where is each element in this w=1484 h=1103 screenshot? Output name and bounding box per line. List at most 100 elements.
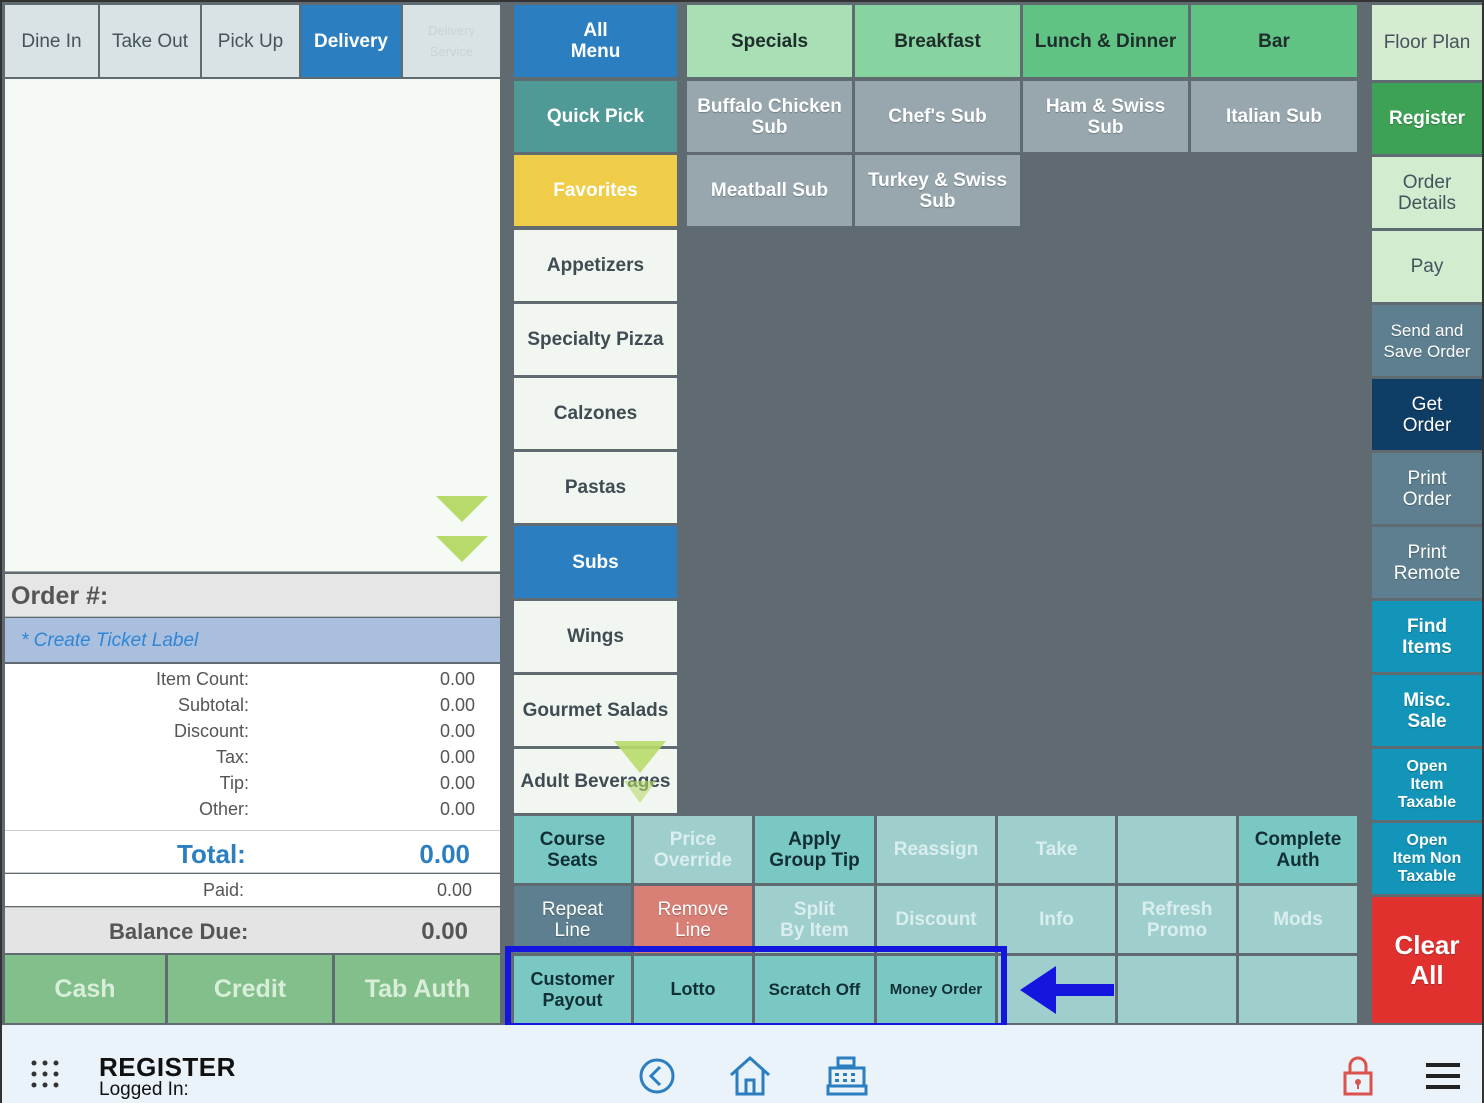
category-scroll-down-icon[interactable] [612, 739, 668, 805]
summary-value: 0.00 [439, 669, 475, 689]
hamburger-menu-icon[interactable] [1424, 1061, 1462, 1091]
total-value: 0.00 [419, 839, 470, 869]
balance-label: Balance Due: [109, 919, 249, 944]
summary-row: Tip: 0.00 [5, 770, 475, 796]
empty-action-slot [1118, 816, 1236, 883]
category-lunch-dinner[interactable]: Lunch & Dinner [1023, 5, 1188, 77]
balance-due: Balance Due: 0.00 [5, 907, 500, 953]
credit-button[interactable]: Credit [168, 955, 332, 1023]
order-items-list[interactable] [5, 79, 500, 572]
summary-label: Discount: [173, 721, 249, 741]
category-breakfast[interactable]: Breakfast [855, 5, 1020, 77]
category-specialty-pizza[interactable]: Specialty Pizza [514, 304, 677, 375]
footer-bar: REGISTER Logged In: [2, 1025, 1482, 1103]
category-gourmet-salads[interactable]: Gourmet Salads [514, 675, 677, 746]
ticket-label[interactable]: * Create Ticket Label [5, 618, 500, 662]
item-italian-sub[interactable]: Italian Sub [1191, 81, 1357, 152]
reassign-button: Reassign [877, 816, 995, 883]
category-subs[interactable]: Subs [514, 526, 677, 598]
summary-value: 0.00 [439, 747, 475, 767]
create-ticket-label[interactable]: * Create Ticket Label [21, 630, 198, 652]
get-order-button[interactable]: Get Order [1372, 379, 1482, 450]
category-all-menu[interactable]: All Menu [514, 5, 677, 77]
order-total: Total: 0.00 [5, 830, 500, 873]
apps-grid-icon[interactable] [30, 1059, 60, 1089]
tab-delivery[interactable]: Delivery [301, 5, 401, 77]
arrow-left-icon [1020, 966, 1114, 1014]
register-button[interactable]: Register [1372, 83, 1482, 154]
open-item-non-taxable-button[interactable]: Open Item Non Taxable [1372, 823, 1482, 894]
item-turkey-swiss-sub[interactable]: Turkey & Swiss Sub [855, 155, 1020, 226]
misc-sale-button[interactable]: Misc. Sale [1372, 675, 1482, 746]
scroll-down-icon[interactable] [434, 494, 490, 564]
find-items-button[interactable]: Find Items [1372, 601, 1482, 672]
item-meatball-sub[interactable]: Meatball Sub [687, 155, 852, 226]
summary-value: 0.00 [439, 799, 475, 819]
summary-row: Tax: 0.00 [5, 744, 475, 770]
pos-screen: Dine In Take Out Pick Up Delivery Delive… [0, 0, 1484, 1103]
category-appetizers[interactable]: Appetizers [514, 230, 677, 301]
cash-button[interactable]: Cash [5, 955, 165, 1023]
category-specials[interactable]: Specials [687, 5, 852, 77]
summary-label: Other: [198, 799, 249, 819]
highlight-box [505, 946, 1007, 1029]
mods-button: Mods [1239, 886, 1357, 953]
summary-label: Item Count: [155, 669, 249, 689]
summary-value: 0.00 [439, 695, 475, 715]
category-favorites[interactable]: Favorites [514, 155, 677, 226]
tab-take-out[interactable]: Take Out [100, 5, 200, 77]
lock-icon[interactable] [1342, 1055, 1374, 1097]
tab-auth-button[interactable]: Tab Auth [335, 955, 500, 1023]
summary-row: Subtotal: 0.00 [5, 692, 475, 718]
item-chefs-sub[interactable]: Chef's Sub [855, 81, 1020, 152]
apply-group-tip-button[interactable]: Apply Group Tip [755, 816, 874, 883]
clear-all-button[interactable]: Clear All [1372, 897, 1482, 1023]
total-label: Total: [177, 839, 246, 869]
info-button: Info [998, 886, 1115, 953]
category-calzones[interactable]: Calzones [514, 378, 677, 449]
summary-row: Other: 0.00 [5, 796, 475, 822]
balance-value: 0.00 [421, 918, 468, 945]
summary-label: Subtotal: [177, 695, 249, 715]
item-ham-swiss-sub[interactable]: Ham & Swiss Sub [1023, 81, 1188, 152]
pay-button[interactable]: Pay [1372, 231, 1482, 302]
empty-action-slot [1118, 956, 1236, 1023]
send-save-order-button[interactable]: Send and Save Order [1372, 305, 1482, 376]
summary-value: 0.00 [439, 773, 475, 793]
tab-delivery-service: Delivery Service [403, 5, 500, 77]
split-by-item-button: Split By Item [755, 886, 874, 953]
order-details-button[interactable]: Order Details [1372, 157, 1482, 228]
empty-action-slot [1239, 956, 1357, 1023]
open-item-taxable-button[interactable]: Open Item Taxable [1372, 749, 1482, 820]
category-wings[interactable]: Wings [514, 601, 677, 672]
repeat-line-button[interactable]: Repeat Line [514, 886, 631, 953]
course-seats-button[interactable]: Course Seats [514, 816, 631, 883]
discount-button: Discount [877, 886, 995, 953]
tab-pick-up[interactable]: Pick Up [202, 5, 299, 77]
print-remote-button[interactable]: Print Remote [1372, 527, 1482, 598]
category-bar[interactable]: Bar [1191, 5, 1357, 77]
category-quick-pick[interactable]: Quick Pick [514, 81, 677, 152]
order-paid: Paid: 0.00 [5, 874, 500, 906]
summary-value: 0.00 [439, 721, 475, 741]
back-icon[interactable] [638, 1057, 676, 1095]
refresh-promo-button: Refresh Promo [1118, 886, 1236, 953]
summary-label: Tax: [215, 747, 249, 767]
footer-subtitle: Logged In: [99, 1079, 189, 1100]
floor-plan-button[interactable]: Floor Plan [1372, 5, 1482, 80]
item-buffalo-chicken-sub[interactable]: Buffalo Chicken Sub [687, 81, 852, 152]
remove-line-button[interactable]: Remove Line [634, 886, 752, 953]
home-icon[interactable] [728, 1055, 772, 1097]
price-override-button: Price Override [634, 816, 752, 883]
order-number-label: Order #: [11, 582, 109, 610]
cash-register-icon[interactable] [826, 1055, 868, 1097]
category-pastas[interactable]: Pastas [514, 452, 677, 523]
print-order-button[interactable]: Print Order [1372, 453, 1482, 524]
order-number: Order #: [5, 574, 500, 617]
complete-auth-button[interactable]: Complete Auth [1239, 816, 1357, 883]
tab-dine-in[interactable]: Dine In [5, 5, 98, 77]
summary-row: Discount: 0.00 [5, 718, 475, 744]
order-summary: Item Count: 0.00 Subtotal: 0.00 Discount: 0… [5, 664, 500, 830]
paid-value: 0.00 [436, 880, 472, 900]
summary-row: Item Count: 0.00 [5, 666, 475, 692]
